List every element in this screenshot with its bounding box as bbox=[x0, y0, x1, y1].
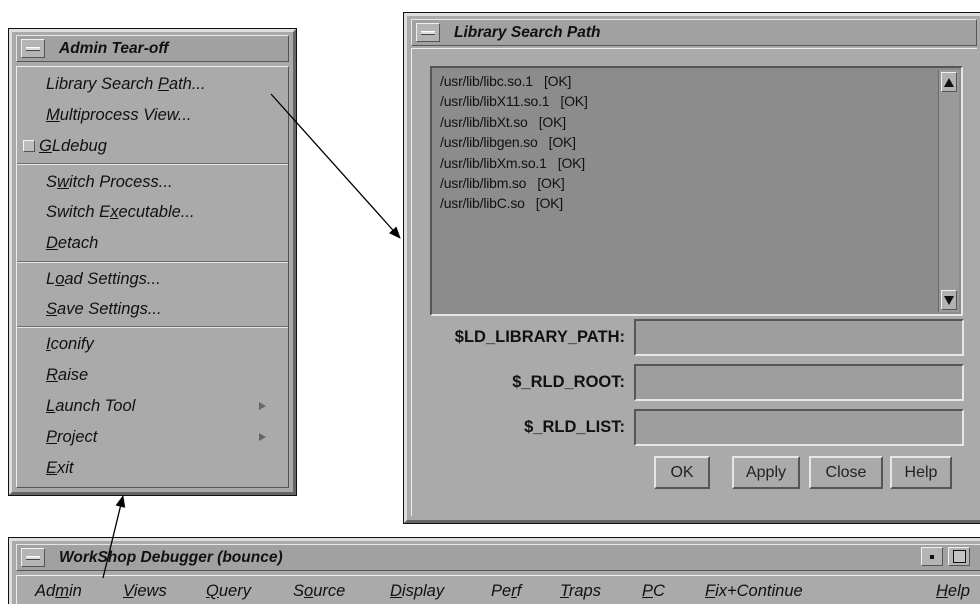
rld-list-row: $_RLD_LIST: bbox=[412, 409, 977, 446]
menu-item-load-settings[interactable]: Load Settings... bbox=[17, 264, 288, 294]
menu-item-gldebug[interactable]: GLdebug bbox=[17, 131, 288, 161]
library-entry[interactable]: /usr/lib/libm.so [OK] bbox=[440, 173, 588, 193]
library-dialog-body: /usr/lib/libc.so.1 [OK] /usr/lib/libX11.… bbox=[411, 48, 977, 516]
rld-root-row: $_RLD_ROOT: bbox=[412, 364, 977, 401]
menu-item-raise[interactable]: Raise bbox=[17, 360, 288, 390]
library-titlebar[interactable]: Library Search Path bbox=[411, 19, 977, 46]
admin-menu-body: Library Search Path... Multiprocess View… bbox=[16, 66, 289, 488]
menu-pc[interactable]: PC bbox=[642, 582, 665, 601]
window-menu-icon[interactable] bbox=[21, 39, 45, 58]
window-controls bbox=[921, 547, 970, 566]
admin-titlebar[interactable]: Admin Tear-off bbox=[16, 35, 289, 62]
scroll-down-arrow-icon[interactable] bbox=[941, 290, 957, 310]
menu-item-detach[interactable]: Detach bbox=[17, 228, 288, 258]
minimize-icon[interactable] bbox=[921, 547, 943, 566]
submenu-arrow-icon bbox=[259, 433, 266, 441]
menu-separator bbox=[17, 163, 288, 165]
help-button[interactable]: Help bbox=[890, 456, 952, 489]
menu-item-library-search-path[interactable]: Library Search Path... bbox=[17, 69, 288, 99]
rld-root-label: $_RLD_ROOT: bbox=[512, 373, 625, 391]
scroll-up-arrow-icon[interactable] bbox=[941, 72, 957, 92]
menu-item-save-settings[interactable]: Save Settings... bbox=[17, 294, 288, 324]
debugger-titlebar[interactable]: WorkShop Debugger (bounce) bbox=[16, 544, 980, 571]
menu-query[interactable]: Query bbox=[206, 582, 251, 601]
menu-separator bbox=[17, 261, 288, 263]
ld-library-path-label: $LD_LIBRARY_PATH: bbox=[454, 328, 625, 346]
library-search-path-window: Library Search Path /usr/lib/libc.so.1 [… bbox=[403, 12, 980, 524]
menu-item-switch-process[interactable]: Switch Process... bbox=[17, 167, 288, 197]
menu-source[interactable]: Source bbox=[293, 582, 345, 601]
menu-perf[interactable]: Perf bbox=[491, 582, 521, 601]
menu-fix-continue[interactable]: Fix+Continue bbox=[705, 582, 803, 601]
window-menu-icon[interactable] bbox=[416, 23, 440, 42]
library-entry[interactable]: /usr/lib/libXt.so [OK] bbox=[440, 112, 588, 132]
rld-list-field[interactable] bbox=[634, 409, 964, 446]
admin-window-title: Admin Tear-off bbox=[59, 39, 169, 57]
admin-tearoff-window: Admin Tear-off Library Search Path... Mu… bbox=[8, 28, 297, 496]
debugger-menubar: Admin Views Query Source Display Perf Tr… bbox=[16, 575, 980, 604]
library-entry[interactable]: /usr/lib/libXm.so.1 [OK] bbox=[440, 153, 588, 173]
gldebug-checkbox[interactable] bbox=[23, 140, 35, 152]
debugger-window-title: WorkShop Debugger (bounce) bbox=[59, 548, 283, 566]
menu-help[interactable]: Help bbox=[936, 582, 970, 601]
menu-item-project[interactable]: Project bbox=[17, 422, 288, 452]
menu-item-launch-tool[interactable]: Launch Tool bbox=[17, 391, 288, 421]
window-menu-icon[interactable] bbox=[21, 548, 45, 567]
menu-item-iconify[interactable]: Iconify bbox=[17, 329, 288, 359]
ld-library-path-field[interactable] bbox=[634, 319, 964, 356]
library-entry[interactable]: /usr/lib/libgen.so [OK] bbox=[440, 132, 588, 152]
library-entry[interactable]: /usr/lib/libc.so.1 [OK] bbox=[440, 71, 588, 91]
rld-root-field[interactable] bbox=[634, 364, 964, 401]
menu-admin[interactable]: Admin bbox=[35, 582, 82, 601]
ld-library-path-row: $LD_LIBRARY_PATH: bbox=[412, 319, 977, 356]
library-window-title: Library Search Path bbox=[454, 23, 601, 41]
menu-item-switch-executable[interactable]: Switch Executable... bbox=[17, 197, 288, 227]
menu-views[interactable]: Views bbox=[123, 582, 167, 601]
menu-item-multiprocess-view[interactable]: Multiprocess View... bbox=[17, 100, 288, 130]
library-list-scrollbar[interactable] bbox=[938, 70, 959, 312]
ok-button[interactable]: OK bbox=[654, 456, 710, 489]
menu-display[interactable]: Display bbox=[390, 582, 444, 601]
maximize-icon[interactable] bbox=[948, 547, 970, 566]
submenu-arrow-icon bbox=[259, 402, 266, 410]
rld-list-label: $_RLD_LIST: bbox=[524, 418, 625, 436]
library-entry[interactable]: /usr/lib/libX11.so.1 [OK] bbox=[440, 91, 588, 111]
library-entry[interactable]: /usr/lib/libC.so [OK] bbox=[440, 193, 588, 213]
apply-button[interactable]: Apply bbox=[732, 456, 800, 489]
library-list[interactable]: /usr/lib/libc.so.1 [OK] /usr/lib/libX11.… bbox=[430, 66, 963, 316]
workshop-debugger-window: WorkShop Debugger (bounce) Admin Views Q… bbox=[8, 537, 980, 604]
menu-traps[interactable]: Traps bbox=[560, 582, 601, 601]
close-button[interactable]: Close bbox=[809, 456, 883, 489]
menu-separator bbox=[17, 326, 288, 328]
menu-item-exit[interactable]: Exit bbox=[17, 453, 288, 483]
